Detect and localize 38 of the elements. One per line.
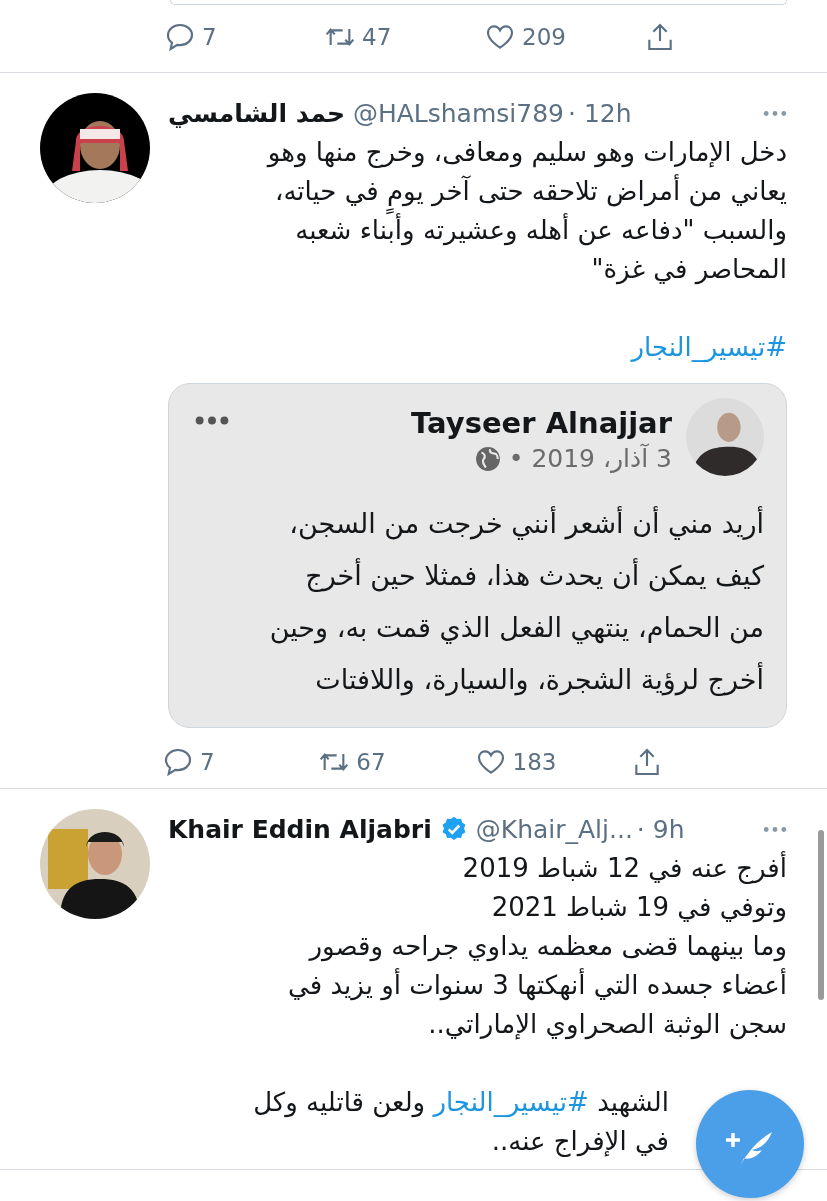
tweet-text-line: المحاصر في غزة" — [590, 253, 787, 287]
more-icon[interactable] — [763, 825, 787, 833]
retweet-button[interactable]: 47 — [324, 19, 484, 55]
more-icon[interactable] — [195, 416, 229, 425]
author-handle[interactable]: @Khair_Alj... — [475, 814, 633, 844]
tweet-text-line: في الإفراج عنه.. — [490, 1125, 669, 1159]
globe-icon — [474, 445, 501, 472]
quoted-text-line: كيف يمكن أن يحدث هذا، فمثلا حين أخرج — [304, 557, 764, 594]
author-name[interactable]: Khair Eddin Aljabri — [168, 814, 432, 844]
quoted-text-line: أريد مني أن أشعر أنني خرجت من السجن، — [288, 505, 764, 542]
reply-icon — [162, 746, 194, 778]
reply-button[interactable]: 7 — [162, 744, 319, 780]
hashtag-link[interactable]: #تيسير_النجار — [631, 332, 787, 362]
scrollbar[interactable] — [818, 830, 824, 1000]
like-button[interactable]: 209 — [484, 19, 644, 55]
tweet-time: · 12h — [568, 98, 632, 128]
quoted-author-name: Tayseer Alnajjar — [411, 406, 672, 440]
tweet-text-line: سجن الوثبة الصحراوي الإماراتي.. — [427, 1008, 787, 1042]
reply-icon — [164, 21, 196, 53]
hashtag-link[interactable]: #تيسير_النجار — [433, 1087, 589, 1117]
reply-button[interactable]: 7 — [164, 19, 324, 55]
tweet-text-line: أعضاء جسده التي أنهكتها 3 سنوات أو يزيد في — [287, 967, 787, 1003]
tweet-text-line: الشهيد #تيسير_النجار ولعن قاتليه وكل — [252, 1086, 669, 1120]
more-icon[interactable] — [763, 109, 787, 117]
tweet-time: · 9h — [636, 814, 685, 844]
quoted-text-line: أخرج لرؤية الشجرة، والسيارة، واللافتات — [314, 661, 764, 698]
tweet-text-line: دخل الإمارات وهو سليم ومعافى، وخرج منها وهو — [265, 136, 787, 170]
tweet-text-line: وتوفي في 19 شباط 2021 — [490, 891, 787, 925]
tweet-text-line: أفرج عنه في 12 شباط 2019 — [461, 850, 787, 886]
compose-button[interactable] — [696, 1090, 804, 1198]
quoted-text-line: من الحمام، ينتهي الفعل الذي قمت به، وحين — [268, 611, 764, 646]
retweet-button[interactable]: 67 — [318, 744, 475, 780]
author-handle[interactable]: @HALshamsi789 — [352, 98, 564, 128]
like-button[interactable]: 183 — [474, 744, 631, 780]
quoted-post-date: 3 آذار، 2019 • — [508, 444, 672, 473]
tweet-text-line: وما بينهما قضى معظمه يداوي جراحه وقصور — [307, 930, 787, 964]
author-name[interactable]: حمد الشامسي — [168, 98, 345, 128]
tweet-text-line: والسبب "دفاعه عن أهله وعشيرته وأبناء شعبه — [294, 213, 787, 248]
